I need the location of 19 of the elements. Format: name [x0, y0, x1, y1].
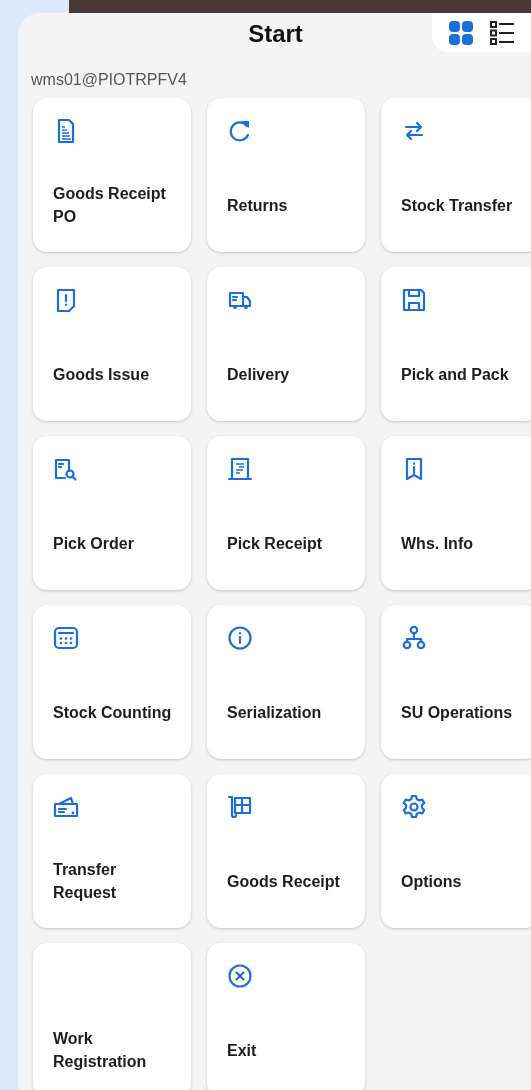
menu-tile[interactable]: Goods Issue [33, 267, 191, 421]
menu-tile[interactable]: Exit [207, 943, 365, 1090]
menu-tile[interactable]: Stock Transfer [381, 98, 531, 252]
menu-tile[interactable]: Whs. Info [381, 436, 531, 590]
menu-tile[interactable]: Pick Order [33, 436, 191, 590]
menu-tile[interactable]: Goods Receipt PO [33, 98, 191, 252]
menu-tile[interactable]: Delivery [207, 267, 365, 421]
menu-tile[interactable]: Pick Receipt [207, 436, 365, 590]
screen-title: Start [248, 19, 303, 48]
menu-tile[interactable]: Goods Receipt [207, 774, 365, 928]
menu-tile[interactable]: SU Operations [381, 605, 531, 759]
menu-tile[interactable]: Options [381, 774, 531, 928]
menu-tile[interactable]: Transfer Request [33, 774, 191, 928]
menu-tile[interactable]: Returns [207, 98, 365, 252]
user-label: wms01@PIOTRPFV4 [31, 71, 188, 89]
menu-tile[interactable]: Pick and Pack [381, 267, 531, 421]
menu-tile[interactable]: Serialization [207, 605, 365, 759]
menu-tile[interactable]: Stock Counting [33, 605, 191, 759]
menu-tile[interactable]: Work Registration [33, 943, 191, 1090]
